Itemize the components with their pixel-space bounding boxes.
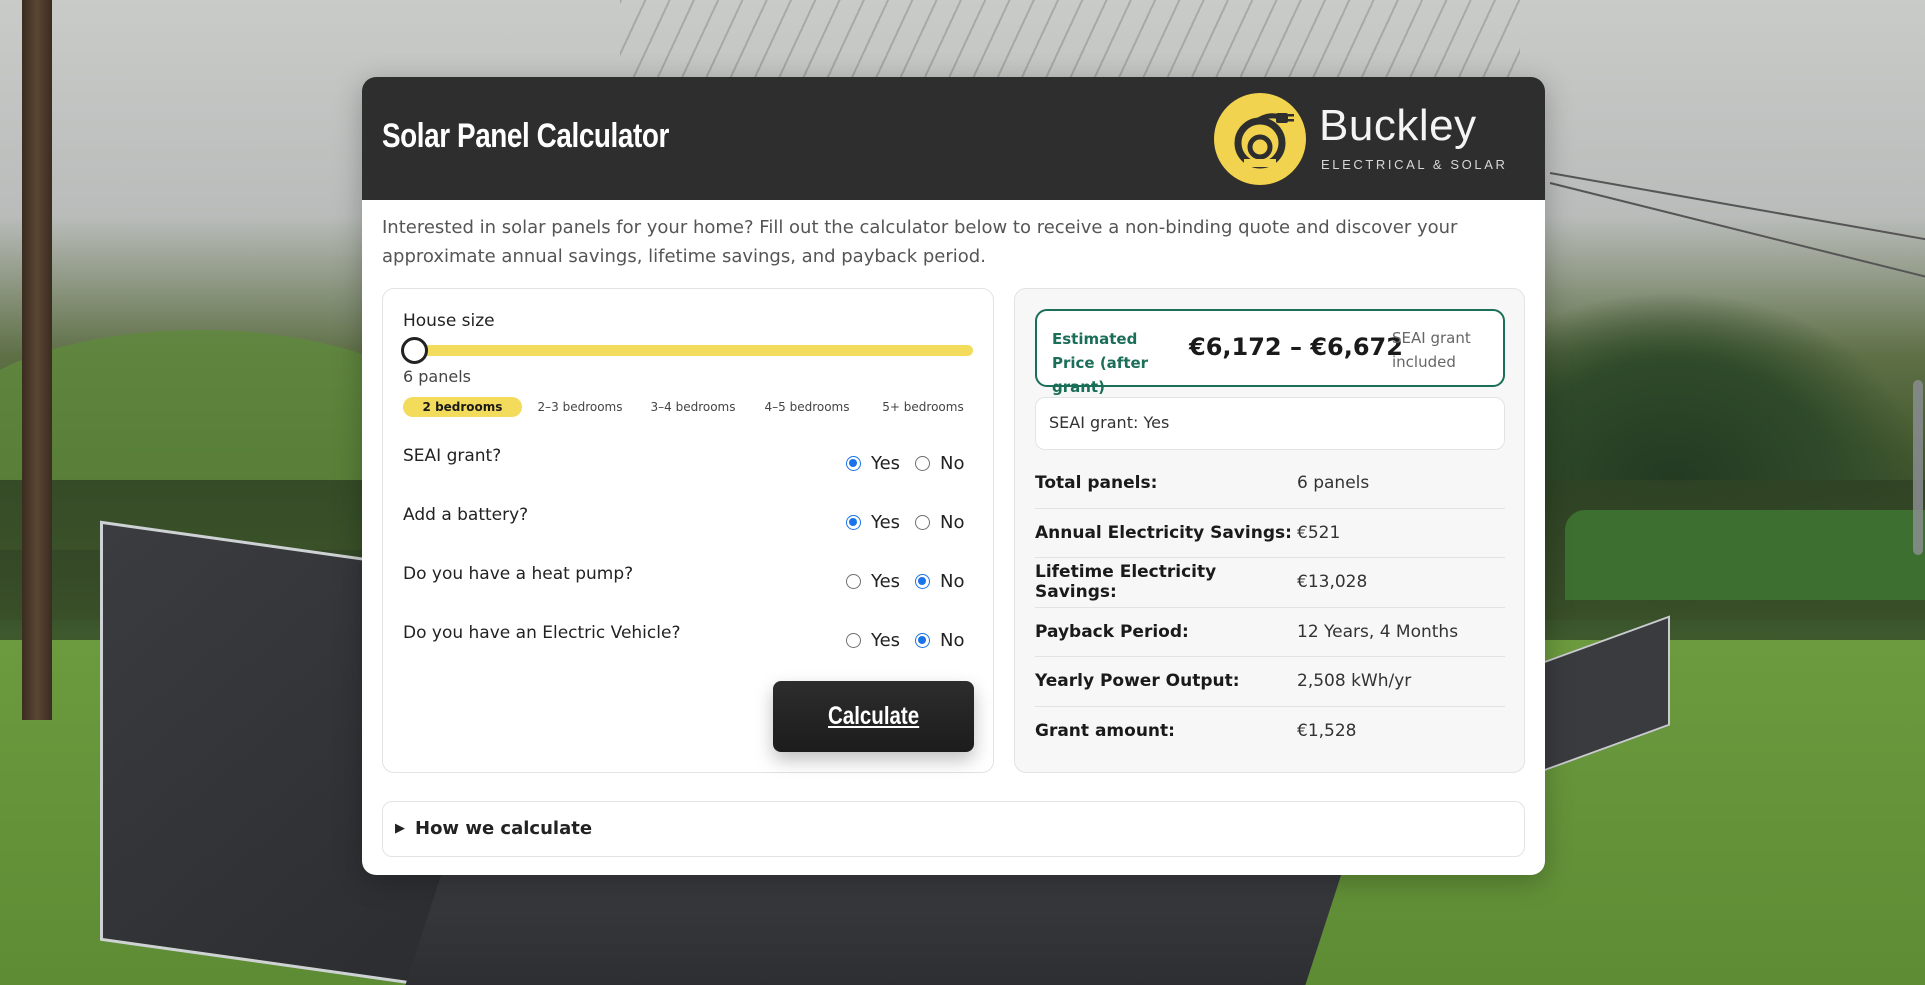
bedroom-option[interactable]: 2 bedrooms: [403, 397, 522, 417]
stat-row: Payback Period: 12 Years, 4 Months: [1035, 608, 1505, 657]
calculator-header: Solar Panel Calculator Buckley ELECTRICA…: [362, 77, 1545, 200]
calculator-card: Solar Panel Calculator Buckley ELECTRICA…: [362, 77, 1545, 875]
background-pole: [22, 0, 52, 720]
panels-readout: 6 panels: [403, 367, 471, 386]
heat-pump-yes-radio[interactable]: [846, 574, 861, 589]
stat-value: €13,028: [1297, 572, 1368, 593]
stat-key: Yearly Power Output:: [1035, 671, 1240, 692]
background-solar-panel: [394, 860, 1346, 985]
stat-key: Payback Period:: [1035, 621, 1189, 642]
background-wire: [1549, 172, 1925, 244]
ev-no-radio[interactable]: [915, 633, 930, 648]
option-label: No: [940, 630, 965, 651]
stat-row: Grant amount: €1,528: [1035, 707, 1505, 757]
stat-row: Annual Electricity Savings: €521: [1035, 509, 1505, 558]
question-seai-grant: SEAI grant? Yes No: [403, 446, 975, 476]
page-title: Solar Panel Calculator: [382, 117, 669, 155]
seai-grant-no-radio[interactable]: [915, 456, 930, 471]
question-label: SEAI grant?: [403, 446, 502, 466]
stat-value: €521: [1297, 522, 1341, 543]
bedroom-option[interactable]: 5+ bedrooms: [866, 397, 980, 417]
calculate-button[interactable]: Calculate: [773, 681, 974, 752]
calculator-form: House size 6 panels 2 bedrooms 2–3 bedro…: [382, 288, 994, 773]
logo-name: Buckley: [1319, 101, 1477, 150]
plug-logo-icon: [1214, 93, 1306, 185]
intro-text: Interested in solar panels for your home…: [382, 217, 1458, 267]
bedroom-options: 2 bedrooms 2–3 bedrooms 3–4 bedrooms 4–5…: [403, 396, 983, 418]
seai-grant-yes-option[interactable]: Yes: [846, 453, 900, 474]
results-panel: Estimated Price (after grant) €6,172 – €…: [1014, 288, 1525, 773]
disclosure-triangle-icon: ▶: [395, 821, 405, 836]
ev-yes-radio[interactable]: [846, 633, 861, 648]
house-size-slider-thumb[interactable]: [401, 337, 428, 364]
estimated-price-label: Estimated Price (after grant): [1052, 330, 1149, 396]
house-size-label: House size: [403, 311, 495, 331]
stat-key: Total panels:: [1035, 473, 1158, 494]
how-we-calculate-accordion[interactable]: ▶ How we calculate: [382, 801, 1525, 857]
background-wire: [1549, 182, 1925, 281]
background-hedge-right: [1565, 510, 1925, 600]
stat-value: 2,508 kWh/yr: [1297, 671, 1412, 692]
question-label: Add a battery?: [403, 505, 529, 525]
results-stats: Total panels: 6 panels Annual Electricit…: [1035, 459, 1505, 756]
option-label: Yes: [871, 630, 901, 651]
grant-status: SEAI grant: Yes: [1049, 413, 1170, 432]
stat-row: Lifetime Electricity Savings: €13,028: [1035, 558, 1505, 608]
bedroom-option[interactable]: 3–4 bedrooms: [638, 397, 748, 417]
option-label: No: [940, 512, 965, 533]
question-label: Do you have an Electric Vehicle?: [403, 623, 681, 643]
bedroom-option[interactable]: 2–3 bedrooms: [522, 397, 638, 417]
how-we-calculate-label: How we calculate: [415, 818, 593, 839]
question-heat-pump: Do you have a heat pump? Yes No: [403, 564, 975, 594]
stat-value: €1,528: [1297, 721, 1357, 742]
question-electric-vehicle: Do you have an Electric Vehicle? Yes No: [403, 623, 975, 653]
stat-row: Total panels: 6 panels: [1035, 459, 1505, 509]
ev-no-option[interactable]: No: [915, 630, 964, 651]
stat-value: 6 panels: [1297, 473, 1370, 494]
estimated-price-note: SEAI grant included: [1392, 329, 1471, 371]
battery-no-radio[interactable]: [915, 515, 930, 530]
question-label: Do you have a heat pump?: [403, 564, 634, 584]
estimated-price-box: Estimated Price (after grant) €6,172 – €…: [1035, 309, 1505, 396]
option-label: Yes: [871, 512, 901, 533]
stat-key: Grant amount:: [1035, 721, 1175, 742]
ev-yes-option[interactable]: Yes: [846, 630, 900, 651]
option-label: Yes: [871, 453, 901, 474]
logo-subtitle: ELECTRICAL & SOLAR: [1321, 157, 1508, 172]
estimated-price-value: €6,172 – €6,672: [1189, 333, 1403, 361]
seai-grant-no-option[interactable]: No: [915, 453, 964, 474]
stat-key: Annual Electricity Savings:: [1035, 522, 1292, 543]
seai-grant-yes-radio[interactable]: [846, 456, 861, 471]
battery-no-option[interactable]: No: [915, 512, 964, 533]
battery-yes-option[interactable]: Yes: [846, 512, 900, 533]
battery-yes-radio[interactable]: [846, 515, 861, 530]
option-label: Yes: [871, 571, 901, 592]
grant-status-box: SEAI grant: Yes: [1035, 397, 1505, 450]
heat-pump-no-radio[interactable]: [915, 574, 930, 589]
heat-pump-no-option[interactable]: No: [915, 571, 964, 592]
page-scrollbar[interactable]: [1913, 380, 1923, 555]
calculate-button-label: Calculate: [827, 702, 920, 730]
option-label: No: [940, 453, 965, 474]
heat-pump-yes-option[interactable]: Yes: [846, 571, 900, 592]
option-label: No: [940, 571, 965, 592]
house-size-slider-track[interactable]: [405, 345, 973, 356]
stat-value: 12 Years, 4 Months: [1297, 621, 1459, 642]
stat-key: Lifetime Electricity Savings:: [1035, 562, 1217, 603]
bedroom-option[interactable]: 4–5 bedrooms: [748, 397, 866, 417]
question-battery: Add a battery? Yes No: [403, 505, 975, 535]
buckley-logo[interactable]: Buckley ELECTRICAL & SOLAR: [1214, 93, 1514, 185]
background-tree-branches: [620, 0, 1520, 80]
stat-row: Yearly Power Output: 2,508 kWh/yr: [1035, 657, 1505, 707]
